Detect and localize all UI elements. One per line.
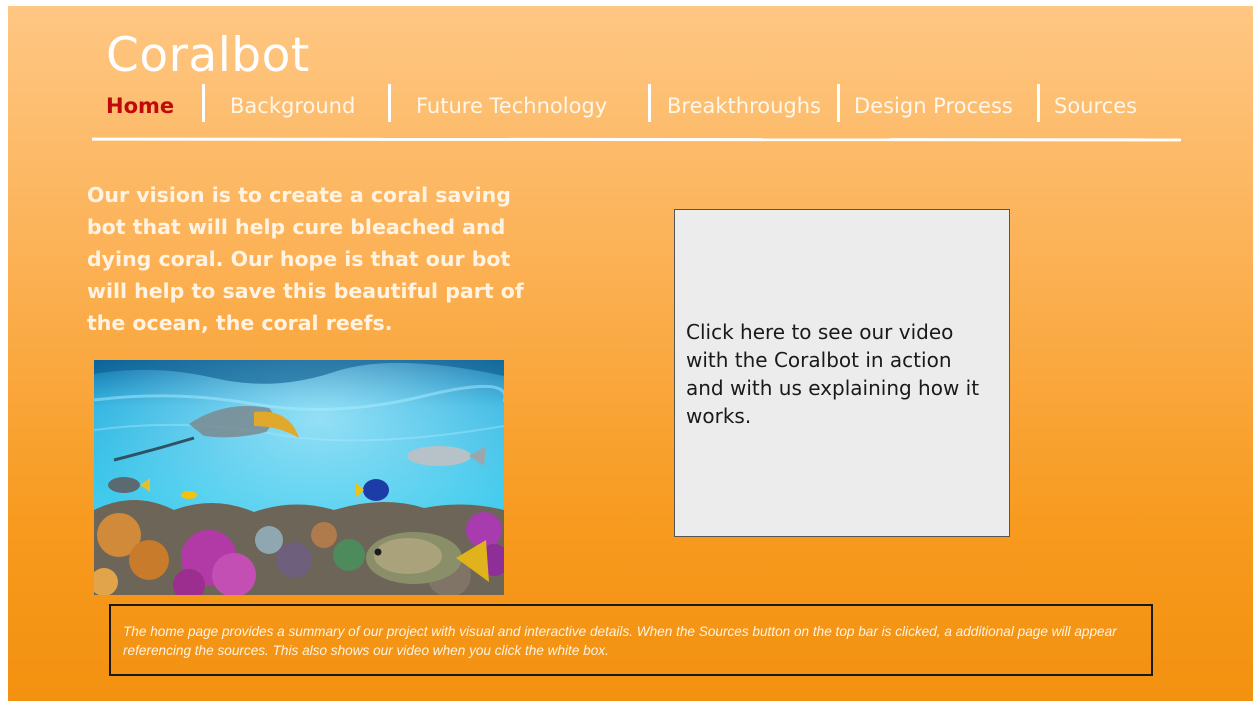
nav-item-future-technology[interactable]: Future Technology [416,94,607,118]
summary-note-box: The home page provides a summary of our … [109,604,1153,676]
coral-reef-image [94,360,504,595]
nav-item-sources[interactable]: Sources [1054,94,1137,118]
nav-item-breakthroughs[interactable]: Breakthroughs [667,94,821,118]
video-link-box[interactable]: Click here to see our video with the Cor… [674,209,1010,537]
nav-item-home[interactable]: Home [106,94,174,118]
nav-separator [1037,84,1040,122]
nav-separator [202,84,205,122]
nav-separator [837,84,840,122]
nav-separator [648,84,651,122]
site-title: Coralbot [106,28,310,83]
summary-note-text: The home page provides a summary of our … [123,624,1117,658]
vision-statement: Our vision is to create a coral saving b… [87,183,524,335]
slide-canvas: Coralbot Home Background Future Technolo… [8,6,1253,701]
nav-item-background[interactable]: Background [230,94,355,118]
nav-divider [92,137,1181,142]
video-link-text[interactable]: Click here to see our video with the Cor… [686,318,991,430]
nav-separator [388,84,391,122]
nav-item-design-process[interactable]: Design Process [854,94,1013,118]
top-nav: Home Background Future Technology Breakt… [8,84,1253,134]
